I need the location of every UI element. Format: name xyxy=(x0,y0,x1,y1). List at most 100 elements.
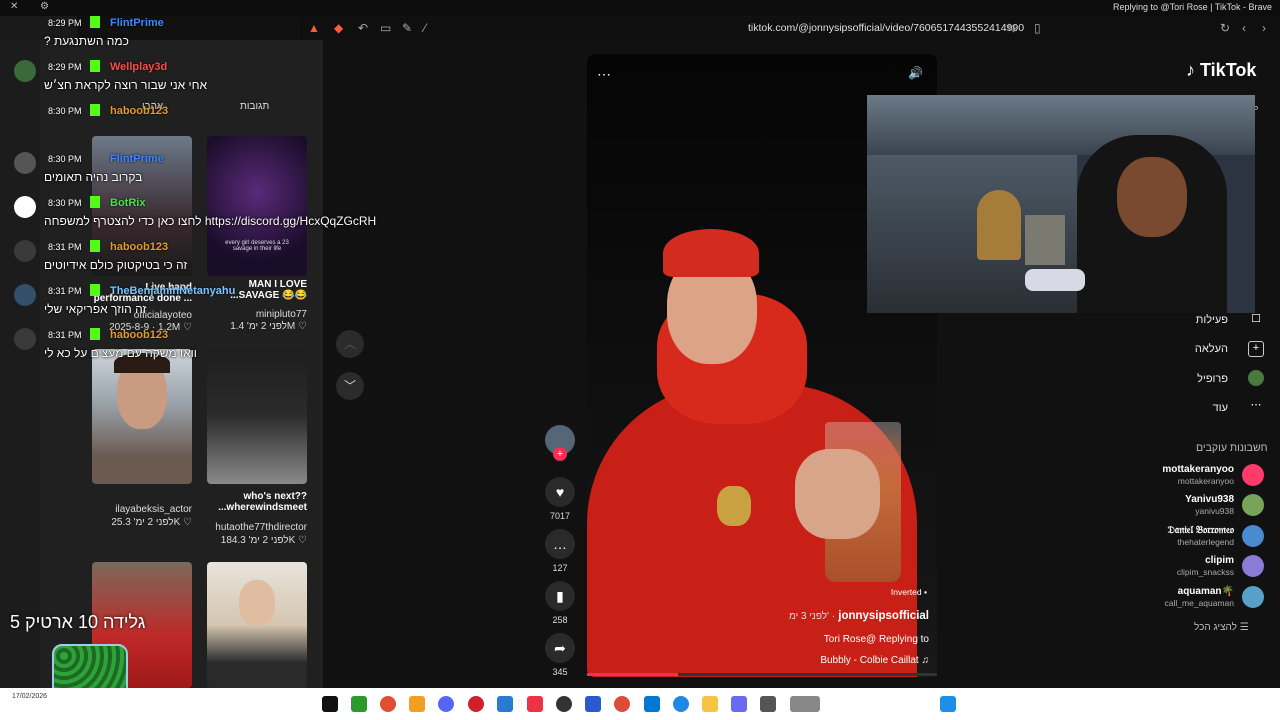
save-button[interactable]: ▮ 258 xyxy=(540,581,580,625)
chat-text: בקרוב נהיה תאומים xyxy=(44,170,143,184)
taskbar: 17/02/2026 xyxy=(0,688,1280,720)
kick-badge-icon xyxy=(90,16,100,28)
account-handle: call_me_aquaman xyxy=(1164,598,1234,608)
video-music[interactable]: Bubbly - Colbie Caillat ♫ xyxy=(820,655,929,666)
chat-text[interactable]: לחצו כאן כדי להצטרף למשפחה https://disco… xyxy=(44,214,376,228)
nav-activity[interactable]: פעילות xyxy=(1196,314,1228,326)
volume-icon[interactable]: 🔊 xyxy=(908,66,923,80)
nav-more[interactable]: עוד xyxy=(1213,402,1228,414)
kick-badge-icon xyxy=(90,240,100,252)
app-icon[interactable] xyxy=(468,696,484,712)
next-video-button[interactable]: ﹀ xyxy=(336,372,364,400)
forward-icon[interactable]: › xyxy=(1262,21,1266,35)
obs-icon[interactable] xyxy=(380,696,396,712)
screen: ✕ ⚙ Replying to @Tori Rose | TikTok - Br… xyxy=(0,0,1280,720)
discord-icon[interactable] xyxy=(438,696,454,712)
upload-icon[interactable]: + xyxy=(1248,341,1264,357)
reload-icon[interactable]: ↻ xyxy=(1220,21,1230,35)
nav-upload[interactable]: העלאה xyxy=(1195,343,1228,355)
chrome-icon[interactable] xyxy=(614,696,630,712)
brave-icon[interactable] xyxy=(409,696,425,712)
like-count: 7017 xyxy=(549,511,571,521)
chat-time: 8:29 PM xyxy=(48,18,82,28)
menu-icon[interactable]: ⚙ xyxy=(40,1,49,12)
chat-message: 8:29 PM Wellplay3d אחי אני שבור רוצה לקר… xyxy=(14,56,454,100)
video-author[interactable]: jonnysipsofficial xyxy=(838,610,929,622)
avatar xyxy=(1242,525,1264,547)
chat-text: וואו משקה עם מעצים על כא לי xyxy=(44,346,197,360)
share-button[interactable]: ➦ 345 xyxy=(540,633,580,677)
share-icon[interactable]: ⇆ xyxy=(1006,21,1016,35)
stream-overlay-text: גלידה 10 ארטיק 5 xyxy=(10,612,146,632)
app-icon[interactable] xyxy=(497,696,513,712)
video-post-time: לפני 3 ימ' · xyxy=(788,611,836,622)
back-icon[interactable]: ‹ xyxy=(1242,21,1246,35)
chatgpt-icon[interactable] xyxy=(556,696,572,712)
comment-button[interactable]: … 127 xyxy=(540,529,580,573)
follow-plus-icon[interactable]: + xyxy=(553,447,567,461)
url-text[interactable]: tiktok.com/@jonnysipsofficial/video/7606… xyxy=(748,22,1024,34)
windows-start-icon[interactable] xyxy=(940,696,956,712)
video-progress-fill xyxy=(587,673,678,676)
following-account[interactable]: Yanivu938 yanivu938 xyxy=(1130,492,1266,520)
app-icon[interactable] xyxy=(731,696,747,712)
account-name: Yanivu938 xyxy=(1185,494,1234,505)
chat-time: 8:30 PM xyxy=(48,154,82,164)
share-count: 345 xyxy=(552,667,568,677)
chat-username: haboob123 xyxy=(110,241,169,253)
video-caption: Tori Rose@ Replying to xyxy=(823,634,929,645)
thumbnail-handle: hutaothe77thdirector xyxy=(215,522,307,533)
avatar xyxy=(14,284,36,306)
close-icon[interactable]: ✕ xyxy=(10,1,18,12)
more-icon[interactable]: ⋯ xyxy=(1248,398,1264,414)
chat-message: 8:31 PM haboob123 זה כי בטיקטוק כולם איד… xyxy=(14,236,454,280)
account-handle: mottakeranyoo xyxy=(1177,476,1234,486)
store-icon[interactable] xyxy=(644,696,660,712)
following-account[interactable]: mottakeranyoo mottakeranyoo xyxy=(1130,462,1266,490)
chat-username: TheBenjaminNetanyahu xyxy=(110,285,236,297)
video-thumbnail[interactable] xyxy=(207,562,307,688)
chat-message: 8:29 PM FlintPrime ? כמה השתנגעת xyxy=(14,12,454,56)
following-account[interactable]: 𝔇𝔞𝔫𝔦𝔢𝔩 𝔅𝔬𝔯𝔯𝔬𝔪𝔢𝔬 thehaterlegend xyxy=(1130,523,1266,551)
video-thumbnail[interactable] xyxy=(92,349,192,484)
kick-app-icon[interactable] xyxy=(351,696,367,712)
following-account[interactable]: aquaman🌴 call_me_aquaman xyxy=(1130,584,1266,612)
show-all-link[interactable]: להציג הכל ☰ xyxy=(1194,622,1249,633)
app-icon[interactable] xyxy=(760,696,776,712)
video-progress-bar[interactable] xyxy=(587,673,937,676)
following-account[interactable]: clipim clipim_snackss xyxy=(1130,553,1266,581)
effect-badge: Inverted ▪ xyxy=(890,587,927,597)
folder-icon[interactable] xyxy=(702,696,718,712)
chat-username: BotRix xyxy=(110,197,146,209)
avatar xyxy=(14,240,36,262)
thumbnail-handle: ilayabeksis_actor xyxy=(115,504,192,515)
chat-message: 8:30 PM BotRix לחצו כאן כדי להצטרף למשפח… xyxy=(14,192,454,236)
terminal-icon[interactable] xyxy=(322,696,338,712)
tiktok-logo[interactable]: ♪ TikTok xyxy=(1186,60,1256,81)
save-count: 258 xyxy=(552,615,568,625)
avatar xyxy=(1242,555,1264,577)
kick-badge-icon xyxy=(90,196,100,208)
video-thumbnail[interactable] xyxy=(207,349,307,484)
following-header: חשבונות עוקבים xyxy=(1196,442,1268,454)
bookmark-icon[interactable]: ▯ xyxy=(1034,21,1041,35)
profile-avatar-icon[interactable] xyxy=(1248,370,1264,386)
chat-username: Wellplay3d xyxy=(110,61,168,73)
nav-profile[interactable]: פרופיל xyxy=(1197,373,1228,385)
chat-time: 8:30 PM xyxy=(48,106,82,116)
app-icon[interactable] xyxy=(790,696,820,712)
chat-username: FlintPrime xyxy=(110,153,164,165)
avatar xyxy=(1242,494,1264,516)
app-icon[interactable] xyxy=(585,696,601,712)
like-button[interactable]: ♥ 7017 xyxy=(540,477,580,521)
edge-icon[interactable] xyxy=(673,696,689,712)
app-icon[interactable] xyxy=(527,696,543,712)
more-options-icon[interactable]: ⋯ xyxy=(597,66,611,83)
account-name: aquaman🌴 xyxy=(1177,586,1234,597)
activity-icon[interactable]: ☐ xyxy=(1248,312,1264,328)
author-avatar[interactable]: + xyxy=(540,425,580,461)
avatar xyxy=(14,60,36,82)
thumbnail-meta: לפני 2 ימ' 184.3K ♡ xyxy=(220,535,307,546)
account-name: 𝔇𝔞𝔫𝔦𝔢𝔩 𝔅𝔬𝔯𝔯𝔬𝔪𝔢𝔬 xyxy=(1167,525,1234,536)
chat-message: 8:30 PM haboob123 xyxy=(14,100,454,144)
